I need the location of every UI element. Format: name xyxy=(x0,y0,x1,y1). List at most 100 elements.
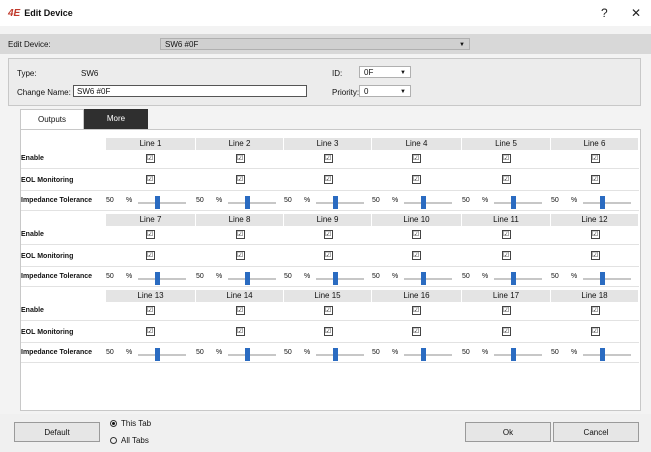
impedance-slider-track[interactable] xyxy=(138,202,186,204)
id-select[interactable]: 0F ▼ xyxy=(359,66,411,78)
enable-checkbox-cell: ☑ xyxy=(372,229,460,239)
priority-label: Priority: xyxy=(332,88,360,97)
enable-checkbox[interactable]: ☑ xyxy=(235,154,245,163)
enable-checkbox-cell: ☑ xyxy=(196,305,284,315)
impedance-slider-thumb[interactable] xyxy=(333,272,338,285)
default-button[interactable]: Default xyxy=(14,422,100,442)
impedance-slider-track[interactable] xyxy=(404,278,452,280)
tab-outputs[interactable]: Outputs xyxy=(20,109,84,129)
type-value: SW6 xyxy=(81,69,99,78)
eol-row-label: EOL Monitoring xyxy=(21,253,74,260)
eol-monitoring-checkbox[interactable]: ☑ xyxy=(323,251,333,260)
enable-checkbox[interactable]: ☑ xyxy=(501,230,511,239)
impedance-slider-track[interactable] xyxy=(494,202,542,204)
impedance-slider-track[interactable] xyxy=(138,278,186,280)
edit-device-select[interactable]: SW6 #0F ▼ xyxy=(160,38,470,50)
eol-monitoring-checkbox[interactable]: ☑ xyxy=(411,251,421,260)
enable-checkbox[interactable]: ☑ xyxy=(145,230,155,239)
impedance-slider-track[interactable] xyxy=(316,354,364,356)
impedance-control: 50% xyxy=(460,195,548,209)
eol-monitoring-checkbox[interactable]: ☑ xyxy=(411,327,421,336)
enable-checkbox[interactable]: ☑ xyxy=(411,154,421,163)
change-name-input[interactable]: SW6 #0F xyxy=(73,85,307,97)
impedance-slider-thumb[interactable] xyxy=(333,196,338,209)
eol-monitoring-checkbox[interactable]: ☑ xyxy=(590,251,600,260)
enable-checkbox[interactable]: ☑ xyxy=(590,154,600,163)
impedance-slider-thumb[interactable] xyxy=(511,196,516,209)
eol-monitoring-checkbox[interactable]: ☑ xyxy=(590,175,600,184)
impedance-slider-track[interactable] xyxy=(228,278,276,280)
impedance-slider-thumb[interactable] xyxy=(155,196,160,209)
impedance-slider-track[interactable] xyxy=(228,202,276,204)
eol-monitoring-checkbox[interactable]: ☑ xyxy=(145,251,155,260)
eol-monitoring-checkbox[interactable]: ☑ xyxy=(235,251,245,260)
impedance-slider-track[interactable] xyxy=(583,202,631,204)
enable-checkbox[interactable]: ☑ xyxy=(590,230,600,239)
eol-checkbox-cell: ☑ xyxy=(551,174,639,184)
enable-checkbox[interactable]: ☑ xyxy=(145,306,155,315)
eol-monitoring-checkbox[interactable]: ☑ xyxy=(590,327,600,336)
enable-checkbox[interactable]: ☑ xyxy=(323,306,333,315)
cancel-button[interactable]: Cancel xyxy=(553,422,639,442)
eol-checkbox-cell: ☑ xyxy=(551,250,639,260)
eol-monitoring-checkbox[interactable]: ☑ xyxy=(411,175,421,184)
impedance-slider-thumb[interactable] xyxy=(511,348,516,361)
impedance-slider-thumb[interactable] xyxy=(600,272,605,285)
eol-monitoring-checkbox[interactable]: ☑ xyxy=(235,327,245,336)
impedance-control: 50% xyxy=(104,347,192,361)
eol-monitoring-checkbox[interactable]: ☑ xyxy=(323,175,333,184)
this-tab-radio[interactable]: This Tab xyxy=(110,419,151,428)
enable-checkbox[interactable]: ☑ xyxy=(145,154,155,163)
impedance-slider-track[interactable] xyxy=(228,354,276,356)
enable-checkbox[interactable]: ☑ xyxy=(411,230,421,239)
help-button[interactable]: ? xyxy=(601,6,608,20)
ok-button[interactable]: Ok xyxy=(465,422,551,442)
impedance-slider-thumb[interactable] xyxy=(155,272,160,285)
impedance-row-label: Impedance Tolerance xyxy=(21,273,93,280)
impedance-slider-track[interactable] xyxy=(583,278,631,280)
tab-more[interactable]: More xyxy=(84,109,148,129)
enable-checkbox[interactable]: ☑ xyxy=(235,306,245,315)
impedance-slider-thumb[interactable] xyxy=(245,196,250,209)
impedance-slider-thumb[interactable] xyxy=(421,196,426,209)
line-section: Line 7 Line 8 Line 9 Line 10 Line 11 Line 12 E… xyxy=(21,214,639,290)
eol-monitoring-checkbox[interactable]: ☑ xyxy=(145,175,155,184)
priority-select[interactable]: 0 ▼ xyxy=(359,85,411,97)
impedance-slider-thumb[interactable] xyxy=(155,348,160,361)
close-button[interactable]: ✕ xyxy=(631,6,641,20)
impedance-slider-track[interactable] xyxy=(494,278,542,280)
eol-monitoring-checkbox[interactable]: ☑ xyxy=(145,327,155,336)
impedance-slider-thumb[interactable] xyxy=(600,196,605,209)
eol-monitoring-checkbox[interactable]: ☑ xyxy=(323,327,333,336)
enable-checkbox[interactable]: ☑ xyxy=(590,306,600,315)
impedance-slider-thumb[interactable] xyxy=(421,272,426,285)
impedance-slider-track[interactable] xyxy=(404,202,452,204)
enable-checkbox[interactable]: ☑ xyxy=(501,154,511,163)
enable-checkbox[interactable]: ☑ xyxy=(323,154,333,163)
enable-checkbox[interactable]: ☑ xyxy=(323,230,333,239)
impedance-unit: % xyxy=(571,273,578,280)
outputs-panel: Line 1 Line 2 Line 3 Line 4 Line 5 Line 6 Enab… xyxy=(20,129,641,411)
this-tab-label: This Tab xyxy=(121,419,152,428)
impedance-slider-thumb[interactable] xyxy=(245,348,250,361)
impedance-slider-track[interactable] xyxy=(316,202,364,204)
enable-checkbox[interactable]: ☑ xyxy=(501,306,511,315)
impedance-slider-thumb[interactable] xyxy=(421,348,426,361)
enable-checkbox[interactable]: ☑ xyxy=(235,230,245,239)
impedance-slider-thumb[interactable] xyxy=(245,272,250,285)
impedance-slider-thumb[interactable] xyxy=(333,348,338,361)
eol-monitoring-checkbox[interactable]: ☑ xyxy=(501,327,511,336)
eol-monitoring-checkbox[interactable]: ☑ xyxy=(235,175,245,184)
impedance-slider-track[interactable] xyxy=(583,354,631,356)
impedance-slider-track[interactable] xyxy=(494,354,542,356)
impedance-slider-track[interactable] xyxy=(316,278,364,280)
impedance-slider-track[interactable] xyxy=(404,354,452,356)
impedance-slider-thumb[interactable] xyxy=(511,272,516,285)
eol-monitoring-checkbox[interactable]: ☑ xyxy=(501,175,511,184)
impedance-slider-track[interactable] xyxy=(138,354,186,356)
all-tabs-radio[interactable]: All Tabs xyxy=(110,436,149,445)
eol-monitoring-checkbox[interactable]: ☑ xyxy=(501,251,511,260)
impedance-slider-thumb[interactable] xyxy=(600,348,605,361)
impedance-value: 50 xyxy=(372,349,380,356)
enable-checkbox[interactable]: ☑ xyxy=(411,306,421,315)
